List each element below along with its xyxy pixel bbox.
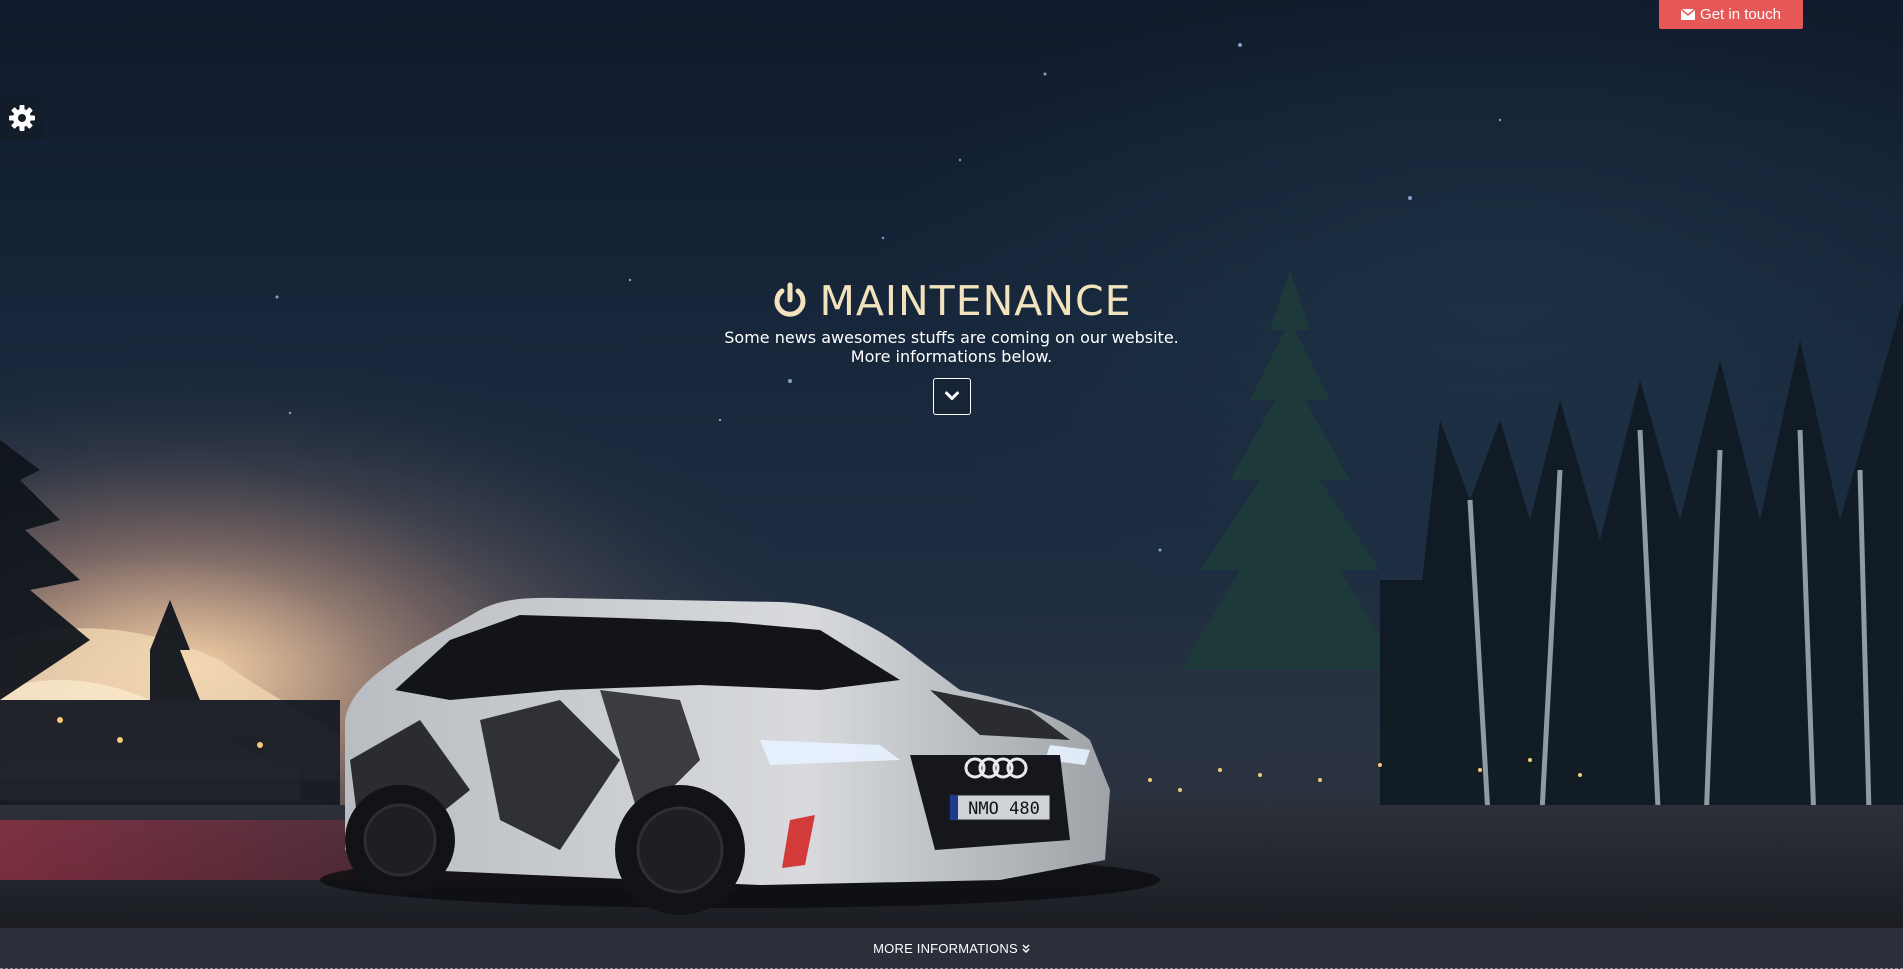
scroll-down-button[interactable]: [932, 378, 971, 415]
subtitle-line-2: More informations below.: [850, 347, 1053, 366]
page-title: MAINTENANCE: [819, 277, 1132, 325]
more-informations-link[interactable]: MORE INFORMATIONS: [873, 941, 1030, 956]
settings-toggle[interactable]: [0, 96, 44, 140]
power-icon: [774, 282, 806, 317]
double-chevron-down-icon: [1022, 943, 1030, 953]
get-in-touch-button[interactable]: Get in touch: [1659, 0, 1803, 29]
more-informations-label: MORE INFORMATIONS: [873, 940, 1018, 956]
footer-bar: MORE INFORMATIONS: [0, 928, 1903, 969]
hero-background: NMO 480: [0, 0, 1903, 928]
svg-text:NMO 480: NMO 480: [968, 799, 1040, 819]
hero-content: MAINTENANCE Some news awesomes stuffs ar…: [0, 274, 1903, 419]
get-in-touch-label: Get in touch: [1700, 6, 1781, 23]
envelope-icon: [1681, 9, 1696, 20]
chevron-down-icon: [944, 391, 959, 400]
gear-icon: [9, 105, 35, 131]
title-row: MAINTENANCE: [0, 274, 1903, 328]
subtitle-line-1: Some news awesomes stuffs are coming on …: [724, 328, 1179, 347]
maintenance-page: NMO 480 Get in touch MAINTENANCE Some ne…: [0, 0, 1903, 969]
background-photo: NMO 480: [0, 0, 1903, 928]
